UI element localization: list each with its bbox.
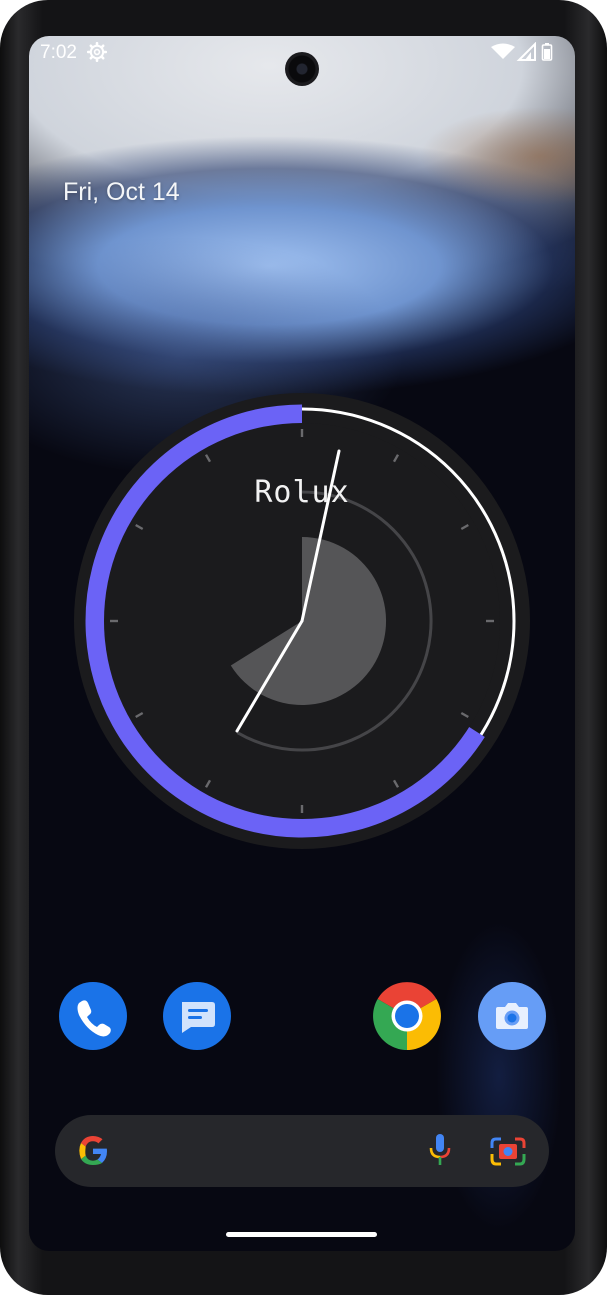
clock-widget[interactable]: Rolux xyxy=(74,393,530,849)
google-g-icon xyxy=(79,1136,107,1165)
home-screen: 7:02 Fri, Oct 14 Rolux xyxy=(29,36,575,1251)
front-camera xyxy=(285,52,319,86)
google-search-bar[interactable] xyxy=(55,1115,549,1187)
system-icons xyxy=(487,42,567,62)
chrome-icon xyxy=(373,982,441,1050)
clock-brand-label: Rolux xyxy=(254,475,350,510)
wifi-icon xyxy=(491,43,515,59)
google-lens-icon[interactable] xyxy=(489,1134,527,1168)
camera-icon xyxy=(496,1003,528,1029)
status-bar: 7:02 xyxy=(29,36,575,86)
phone-frame: 7:02 Fri, Oct 14 Rolux xyxy=(0,0,607,1295)
microphone-icon[interactable] xyxy=(425,1132,455,1170)
chrome-app-icon[interactable] xyxy=(373,982,441,1050)
camera-app-icon[interactable] xyxy=(478,982,546,1050)
status-time: 7:02 xyxy=(40,42,77,63)
phone-app-icon[interactable] xyxy=(59,982,127,1050)
date-text[interactable]: Fri, Oct 14 xyxy=(63,178,180,207)
messages-app-icon[interactable] xyxy=(163,982,231,1050)
messages-icon xyxy=(182,1002,215,1033)
battery-icon xyxy=(541,43,553,61)
phone-icon xyxy=(77,1000,111,1037)
gesture-navigation-bar[interactable] xyxy=(226,1232,377,1237)
signal-icon xyxy=(516,42,536,61)
settings-gear-icon xyxy=(87,42,107,62)
